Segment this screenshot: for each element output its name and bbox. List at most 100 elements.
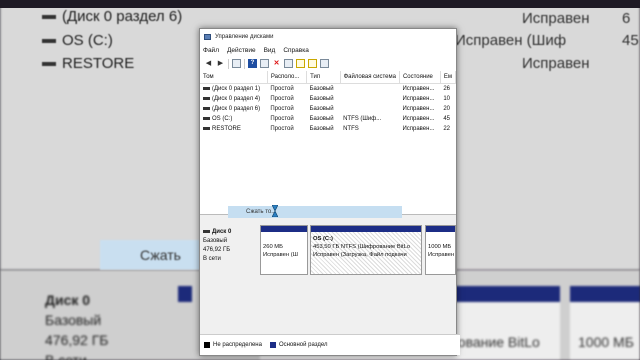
partition-title: OS (C:) <box>313 236 333 242</box>
volume-capacity: 10 <box>443 96 451 102</box>
console-tree-icon[interactable] <box>232 59 241 68</box>
background-top-strip <box>0 0 640 8</box>
volume-fs <box>340 104 399 114</box>
volume-icon <box>203 126 210 130</box>
bg-status-2: Исправен <box>522 55 590 72</box>
volume-fs <box>340 84 399 95</box>
partition-status: Исправен <box>428 252 455 258</box>
volume-type: Базовый <box>309 86 334 92</box>
partition-os-c[interactable]: OS (C:) 453,50 ГБ NTFS (Шифрование BitLo… <box>310 225 422 275</box>
volume-type: Базовый <box>309 106 334 112</box>
volume-capacity: 26 <box>443 86 451 92</box>
volume-layout: Простой <box>270 86 294 92</box>
volume-name: RESTORE <box>200 124 267 134</box>
volume-name: (Диск 0 раздел 6) <box>200 104 267 114</box>
col-filesystem[interactable]: Файловая система <box>340 71 400 84</box>
volume-name: (Диск 0 раздел 1) <box>200 84 267 95</box>
volume-fs <box>340 94 399 104</box>
menu-view[interactable]: Вид <box>264 47 276 54</box>
bg-row-restore: RESTORE <box>42 55 134 72</box>
busy-cursor-icon <box>272 205 278 217</box>
disk-info[interactable]: Диск 0 Базовый 476,92 ГБ В сети <box>203 228 231 264</box>
bg-partition-body-3 <box>570 302 640 360</box>
partition-status: Исправен (Ш <box>263 252 298 258</box>
menu-file[interactable]: Файл <box>203 47 219 54</box>
bg-status-1: Исправен (Шиф <box>455 32 567 49</box>
shrink-volume-menu-item[interactable]: Сжать то... <box>228 206 402 218</box>
volume-type: Базовый <box>309 116 334 122</box>
partition-size: 453,50 ГБ NTFS (Шифрование BitLo <box>313 244 411 250</box>
table-header: Том Располо... Тип Файловая система Сост… <box>200 71 457 84</box>
new-document-icon[interactable] <box>296 59 305 68</box>
col-volume[interactable]: Том <box>200 71 268 84</box>
legend-swatch <box>269 342 276 348</box>
disk-type: Базовый <box>203 238 228 244</box>
disk-graphical-view: Диск 0 Базовый 476,92 ГБ В сети 260 МБ И… <box>200 214 456 325</box>
window-title: Управление дисками <box>215 33 274 40</box>
disk-icon <box>203 229 210 233</box>
col-status[interactable]: Состояние <box>399 71 441 84</box>
volume-name: (Диск 0 раздел 4) <box>200 94 267 104</box>
menu-help[interactable]: Справка <box>283 47 309 54</box>
volume-layout: Простой <box>270 126 294 132</box>
toolbar-separator <box>228 58 229 69</box>
volume-name: OS (C:) <box>200 114 267 124</box>
col-layout[interactable]: Располо... <box>267 71 308 84</box>
table-row[interactable]: RESTORE Простой Базовый NTFS Исправен...… <box>200 124 456 134</box>
disk-management-window: Управление дисками Файл Действие Вид Спр… <box>199 28 460 356</box>
col-type[interactable]: Тип <box>306 71 341 84</box>
delete-icon[interactable]: ✕ <box>272 59 281 68</box>
volume-status: Исправен... <box>402 106 435 112</box>
bg-row-partition-6: (Диск 0 раздел 6) <box>42 8 182 25</box>
partition-size: 1000 МБ <box>428 244 452 250</box>
table-row[interactable]: OS (C:) Простой Базовый NTFS (Шиф... Исп… <box>200 114 456 124</box>
disk-label: Диск 0 <box>212 229 232 235</box>
legend-unallocated: Не распределена <box>204 342 262 348</box>
menu-action[interactable]: Действие <box>227 47 256 54</box>
bg-row-os: OS (C:) <box>42 32 113 49</box>
volume-type: Базовый <box>309 96 334 102</box>
table-row[interactable]: (Диск 0 раздел 6) Простой Базовый Исправ… <box>200 104 456 114</box>
bg-num-1: 45 <box>622 32 639 49</box>
disk-state: В сети <box>203 256 221 262</box>
bg-text-1000mb: 1000 МБ <box>578 334 634 350</box>
bg-status-0: Исправен <box>522 10 590 27</box>
volume-fs: NTFS (Шиф... <box>343 116 382 122</box>
volume-icon <box>203 96 210 100</box>
table-row[interactable]: (Диск 0 раздел 1) Простой Базовый Исправ… <box>200 84 456 95</box>
volume-status: Исправен... <box>402 86 435 92</box>
legend-swatch <box>204 342 210 348</box>
bg-partition-bar-3 <box>570 286 640 302</box>
view-icon[interactable] <box>320 59 329 68</box>
volume-layout: Простой <box>270 116 294 122</box>
back-arrow-icon[interactable]: ◀ <box>204 59 213 68</box>
volume-icon <box>203 116 210 120</box>
bg-partition-bar-1 <box>178 286 192 302</box>
volume-table: Том Располо... Тип Файловая система Сост… <box>200 71 457 134</box>
partition-recovery[interactable]: 1000 МБ Исправен <box>425 225 456 275</box>
partition-efi[interactable]: 260 МБ Исправен (Ш <box>260 225 308 275</box>
partition-status: Исправен (Загрузка, Файл подкачи <box>313 252 407 258</box>
legend-bar: Не распределена Основной раздел <box>200 334 460 355</box>
bg-disk-info: Диск 0 Базовый 476,92 ГБ В сети <box>45 292 109 360</box>
title-bar: Управление дисками <box>200 29 456 44</box>
volume-status: Исправен... <box>402 96 435 102</box>
open-document-icon[interactable] <box>308 59 317 68</box>
volume-layout: Простой <box>270 106 294 112</box>
toolbar: ◀ ▶ ? ✕ <box>200 56 456 72</box>
volume-layout: Простой <box>270 96 294 102</box>
volume-fs: NTFS <box>343 126 359 132</box>
volume-capacity: 20 <box>443 106 451 112</box>
help-icon[interactable]: ? <box>248 59 257 68</box>
col-capacity[interactable]: Ем <box>440 71 457 84</box>
volume-icon <box>203 106 210 110</box>
properties-icon[interactable] <box>260 59 269 68</box>
volume-status: Исправен... <box>402 116 435 122</box>
partition-size: 260 МБ <box>263 244 283 250</box>
forward-arrow-icon[interactable]: ▶ <box>216 59 225 68</box>
check-icon[interactable] <box>284 59 293 68</box>
table-row[interactable]: (Диск 0 раздел 4) Простой Базовый Исправ… <box>200 94 456 104</box>
volume-type: Базовый <box>309 126 334 132</box>
bg-text-bitlocker: рование BitLo <box>450 334 540 350</box>
disk-size: 476,92 ГБ <box>203 247 231 253</box>
